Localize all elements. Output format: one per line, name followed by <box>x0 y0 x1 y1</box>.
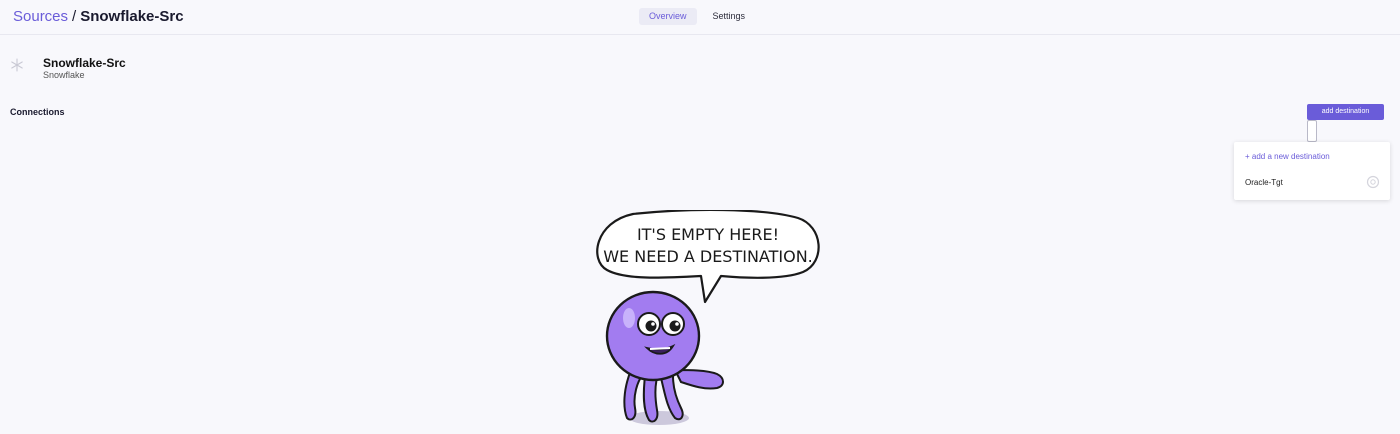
add-new-destination-item[interactable]: + add a new destination <box>1245 152 1330 161</box>
page-title: Snowflake-Src <box>43 56 126 70</box>
breadcrumb-sources-link[interactable]: Sources <box>13 8 68 25</box>
tab-bar: Overview Settings <box>639 8 755 25</box>
destination-dropdown-menu: + add a new destination Oracle-Tgt <box>1234 142 1390 200</box>
oracle-icon <box>1366 175 1380 189</box>
empty-state-line-1: IT'S EMPTY HERE! <box>637 225 779 244</box>
add-destination-button[interactable]: add destination <box>1307 104 1384 120</box>
empty-state-line-2: WE NEED A DESTINATION. <box>603 247 813 266</box>
speech-bubble: IT'S EMPTY HERE! WE NEED A DESTINATION. <box>596 210 820 304</box>
breadcrumb-current: Snowflake-Src <box>80 8 184 25</box>
snowflake-icon <box>11 58 23 72</box>
empty-state-octopus-illustration: IT'S EMPTY HERE! WE NEED A DESTINATION. <box>596 210 820 425</box>
source-type-label: Snowflake <box>43 70 85 80</box>
dropdown-scroll-handle[interactable] <box>1307 120 1317 142</box>
octopus-mascot <box>605 290 724 425</box>
connections-heading: Connections <box>10 107 65 117</box>
source-header: Snowflake-Src Snowflake <box>10 55 410 85</box>
destination-item-oracle-tgt[interactable]: Oracle-Tgt <box>1245 178 1283 187</box>
tab-settings[interactable]: Settings <box>703 8 756 25</box>
breadcrumb-separator: / <box>72 8 77 25</box>
breadcrumb: Sources / Snowflake-Src <box>13 8 184 26</box>
top-bar: Sources / Snowflake-Src Overview Settings <box>0 0 1400 35</box>
tab-overview[interactable]: Overview <box>639 8 697 25</box>
